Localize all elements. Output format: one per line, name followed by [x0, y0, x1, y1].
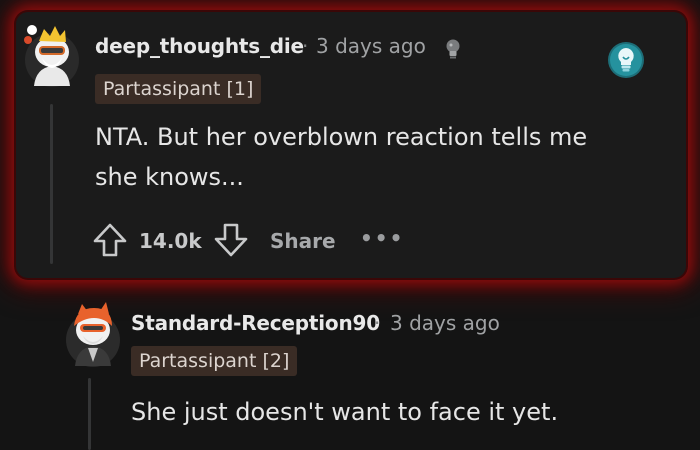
upvote-arrow-icon [93, 223, 127, 257]
comment-username[interactable]: deep_thoughts_die [95, 34, 304, 58]
vote-count: 14.0k [139, 229, 202, 253]
meta-separator: · [302, 34, 309, 58]
meta-separator: · [374, 311, 381, 335]
thread-line[interactable] [88, 378, 91, 450]
downvote-arrow-icon [214, 223, 248, 257]
comment-body: NTA. But her overblown reaction tells me… [95, 117, 587, 197]
bulb-small-icon [444, 38, 462, 66]
user-flair: Partassipant [2] [131, 346, 298, 376]
avatar[interactable] [64, 296, 122, 368]
comment-timestamp[interactable]: 3 days ago [390, 311, 500, 335]
user-avatar-icon [66, 302, 120, 367]
thread-line[interactable] [50, 104, 53, 264]
more-options-button[interactable]: ••• [360, 226, 404, 250]
share-button[interactable]: Share [270, 229, 336, 253]
avatar[interactable] [22, 20, 82, 88]
upvote-button[interactable] [92, 222, 128, 262]
comment-body-line: she knows... [95, 163, 244, 191]
comment-body-line: NTA. But her overblown reaction tells me [95, 123, 588, 151]
comment-body-line: She just doesn't want to face it yet. [131, 398, 559, 426]
comment-timestamp[interactable]: 3 days ago [316, 34, 426, 58]
comment-username[interactable]: Standard-Reception90 [131, 311, 380, 335]
downvote-button[interactable] [213, 222, 249, 262]
user-flair: Partassipant [1] [95, 74, 262, 104]
comment-body: She just doesn't want to face it yet. [131, 392, 558, 432]
lightbulb-icon[interactable] [606, 40, 646, 84]
user-avatar-icon [24, 25, 79, 87]
